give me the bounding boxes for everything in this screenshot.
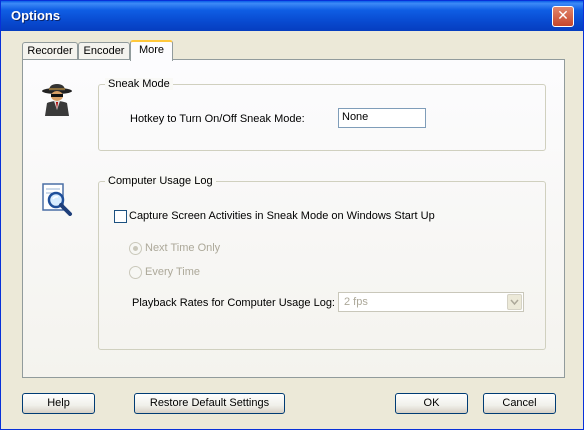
sneak-mode-title: Sneak Mode [105,78,173,90]
close-icon: ✕ [557,8,569,24]
ok-button[interactable]: OK [395,393,468,414]
tab-more[interactable]: More [130,40,173,61]
sneak-mode-group: Sneak Mode Hotkey to Turn On/Off Sneak M… [98,78,546,151]
playback-rate-value: 2 fps [344,296,368,308]
chevron-down-icon [510,299,519,306]
radio-next-time[interactable] [129,242,142,255]
radio-next-time-label[interactable]: Next Time Only [145,242,220,254]
magnifier-document-icon [42,183,72,216]
hotkey-input[interactable]: None [338,108,426,128]
playback-rate-label: Playback Rates for Computer Usage Log: [132,297,335,309]
restore-defaults-button[interactable]: Restore Default Settings [134,393,285,414]
cancel-button[interactable]: Cancel [483,393,556,414]
spy-icon [42,84,72,116]
capture-label[interactable]: Capture Screen Activities in Sneak Mode … [129,210,435,222]
options-dialog: Options ✕ Recorder Encoder More Sneak Mo… [0,0,584,430]
help-button[interactable]: Help [22,393,95,414]
close-button[interactable]: ✕ [552,6,574,27]
radio-every-time[interactable] [129,266,142,279]
hotkey-label: Hotkey to Turn On/Off Sneak Mode: [130,113,305,125]
radio-selected-dot [133,246,138,251]
tab-panel-more: Sneak Mode Hotkey to Turn On/Off Sneak M… [22,59,565,378]
radio-every-time-label[interactable]: Every Time [145,266,200,278]
usage-log-group: Computer Usage Log Capture Screen Activi… [98,175,546,350]
title-bar[interactable]: Options ✕ [1,1,583,31]
window-title: Options [11,8,61,23]
usage-log-title: Computer Usage Log [105,175,216,187]
tab-recorder[interactable]: Recorder [22,42,78,60]
capture-checkbox[interactable] [114,210,127,223]
tab-encoder[interactable]: Encoder [78,42,130,60]
dropdown-arrow-button[interactable] [507,294,522,310]
playback-rate-select[interactable]: 2 fps [338,292,524,312]
